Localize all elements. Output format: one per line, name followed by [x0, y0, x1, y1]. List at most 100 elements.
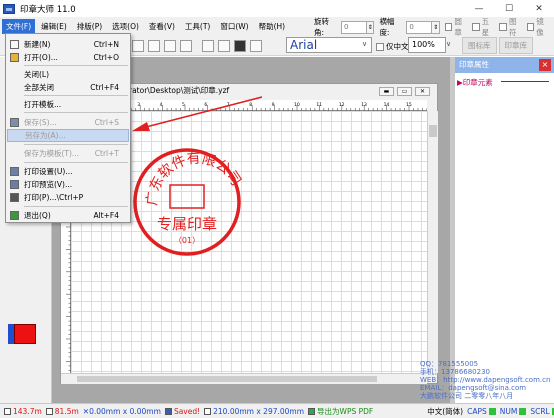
file-menu-item[interactable]: 另存为(A)...: [7, 129, 129, 142]
font-select[interactable]: Arial: [286, 37, 372, 53]
panel-close-button[interactable]: ×: [539, 59, 551, 71]
mirror-checkbox[interactable]: [526, 23, 535, 31]
chevron-down-icon[interactable]: ∨: [362, 40, 367, 48]
chinese-only-label: 仅中文: [386, 42, 409, 51]
status-num: NUM: [499, 406, 518, 416]
file-menu-item[interactable]: 保存为模板(T)... Ctrl+T: [7, 147, 129, 160]
print-icon: [10, 193, 19, 202]
menu-layout[interactable]: 排版(P): [73, 19, 106, 34]
vertical-scroll-thumb[interactable]: [429, 125, 437, 137]
menu-tools[interactable]: 工具(T): [181, 19, 214, 34]
align-bottom-icon[interactable]: [180, 40, 192, 52]
tab-icon-library[interactable]: 图标库: [462, 37, 497, 54]
file-menu-item[interactable]: 新建(N) Ctrl+N: [7, 38, 129, 51]
menu-view[interactable]: 查看(V): [145, 19, 179, 34]
file-menu-item[interactable]: 打印预览(V)...: [7, 178, 129, 191]
file-menu-item[interactable]: 关闭(L): [7, 68, 129, 81]
file-menu-item[interactable]: 保存(S)... Ctrl+S: [7, 116, 129, 129]
export-icon: [308, 407, 316, 415]
new-file-icon: [10, 40, 19, 49]
horizontal-scroll-thumb[interactable]: [77, 376, 377, 382]
chevron-down-icon[interactable]: ∨: [446, 40, 451, 48]
rotate-spinner[interactable]: ⇕: [367, 20, 375, 34]
seal-elements-section[interactable]: ▶ 印章元素: [457, 77, 493, 88]
width-input[interactable]: 0: [406, 20, 433, 34]
num-indicator: [519, 407, 527, 415]
status-export[interactable]: 导出为WPS PDF: [317, 406, 373, 417]
height-icon: [45, 407, 53, 415]
file-menu-item[interactable]: 打开(O)... Ctrl+O: [7, 51, 129, 64]
status-paper: 210.00mm x 297.00mm: [213, 406, 305, 416]
info-company: 大鹏软件公司 二零零八年八月: [420, 392, 514, 400]
rotate-label: 旋转角:: [314, 17, 329, 37]
width-label: 横幅度:: [379, 17, 395, 37]
five-star-checkbox[interactable]: [472, 23, 480, 31]
circle-seal-label: 圆章: [454, 17, 462, 37]
chinese-only-checkbox[interactable]: [376, 42, 384, 51]
status-scrl: SCRL: [530, 406, 550, 416]
seal-main-text[interactable]: 专属印章: [157, 215, 217, 233]
ruler-number: 15: [406, 102, 412, 108]
layers-icon[interactable]: [234, 40, 246, 52]
symbol-label: 图符: [508, 17, 517, 37]
menu-window[interactable]: 窗口(W): [216, 19, 252, 34]
menu-help[interactable]: 帮助(H): [255, 19, 290, 34]
align-center-icon[interactable]: [132, 40, 144, 52]
doc-close-button[interactable]: ✕: [415, 87, 430, 96]
exit-icon: [10, 211, 19, 220]
doc-minimize-button[interactable]: ▬: [379, 87, 394, 96]
save-icon: [10, 118, 19, 127]
picture-icon[interactable]: [250, 40, 262, 52]
seal-properties-panel: 印章属性 × ▶ 印章元素: [454, 57, 554, 403]
vertical-scrollbar[interactable]: [427, 111, 438, 373]
open-folder-icon: [10, 53, 19, 62]
file-menu-item[interactable]: 全部关闭 Ctrl+F4: [7, 81, 129, 94]
five-star-label: 五星: [481, 17, 490, 37]
menu-options[interactable]: 选项(O): [108, 19, 143, 34]
file-menu-item[interactable]: 打开模板...: [7, 98, 129, 111]
menu-file[interactable]: 文件(F): [2, 18, 36, 34]
file-menu-dropdown: 新建(N) Ctrl+N 打开(O)... Ctrl+O 关闭(L) 全部关闭 Ctrl+F…: [5, 33, 131, 223]
file-menu-item[interactable]: 退出(Q) Alt+F4: [7, 209, 129, 222]
menu-item-shortcut: Ctrl+N: [93, 40, 119, 49]
status-height: 81.5m: [54, 406, 79, 416]
grid-icon[interactable]: [218, 40, 230, 52]
status-caps: CAPS: [467, 406, 487, 416]
close-button[interactable]: ✕: [524, 0, 554, 17]
ruler-number: 8: [249, 102, 252, 108]
menu-separator: [24, 65, 128, 66]
rotate-input[interactable]: 0: [340, 20, 368, 34]
circle-seal-checkbox[interactable]: [444, 23, 453, 31]
ruler-number: 9: [272, 102, 275, 108]
menu-icon-placeholder: [10, 100, 19, 109]
mirror-label: 镜像: [536, 17, 544, 37]
align-top-icon[interactable]: [164, 40, 176, 52]
paper-icon: [204, 407, 212, 415]
zoom-select[interactable]: 100%: [408, 37, 446, 53]
seal-number-text[interactable]: （01）: [174, 236, 200, 245]
ruler-number: 5: [182, 102, 185, 108]
menu-item-label: 关闭(L): [24, 70, 50, 79]
doc-restore-button[interactable]: ▭: [397, 87, 412, 96]
tab-seal-library[interactable]: 印章库: [498, 37, 533, 54]
menu-icon-placeholder: [10, 83, 19, 92]
ruler-number: 10: [294, 102, 300, 108]
caps-indicator: [488, 407, 496, 415]
menu-item-label: 保存(S)...: [24, 118, 57, 127]
seal-selection-box[interactable]: [169, 184, 205, 209]
maximize-button[interactable]: ☐: [494, 0, 524, 17]
menu-edit[interactable]: 编辑(E): [37, 19, 71, 34]
menu-icon-placeholder: [10, 149, 19, 158]
ruler-number: 11: [316, 102, 322, 108]
image-icon[interactable]: [202, 40, 214, 52]
ruler-number: 13: [361, 102, 367, 108]
align-right-icon[interactable]: [148, 40, 160, 52]
symbol-checkbox[interactable]: [499, 23, 507, 31]
seal-options-toolbar: 旋转角: 0 ⇕ 横幅度: 0 ⇕ 圆章 五星 图符 镜像: [314, 17, 554, 37]
width-spinner[interactable]: ⇕: [432, 20, 440, 34]
file-menu-item[interactable]: 打印(P)...\Ctrl+P: [7, 191, 129, 204]
horizontal-scrollbar[interactable]: [61, 373, 427, 384]
seal-color-swatch[interactable]: [14, 324, 36, 344]
file-menu-item[interactable]: 打印设置(U)...: [7, 165, 129, 178]
minimize-button[interactable]: —: [464, 0, 494, 17]
